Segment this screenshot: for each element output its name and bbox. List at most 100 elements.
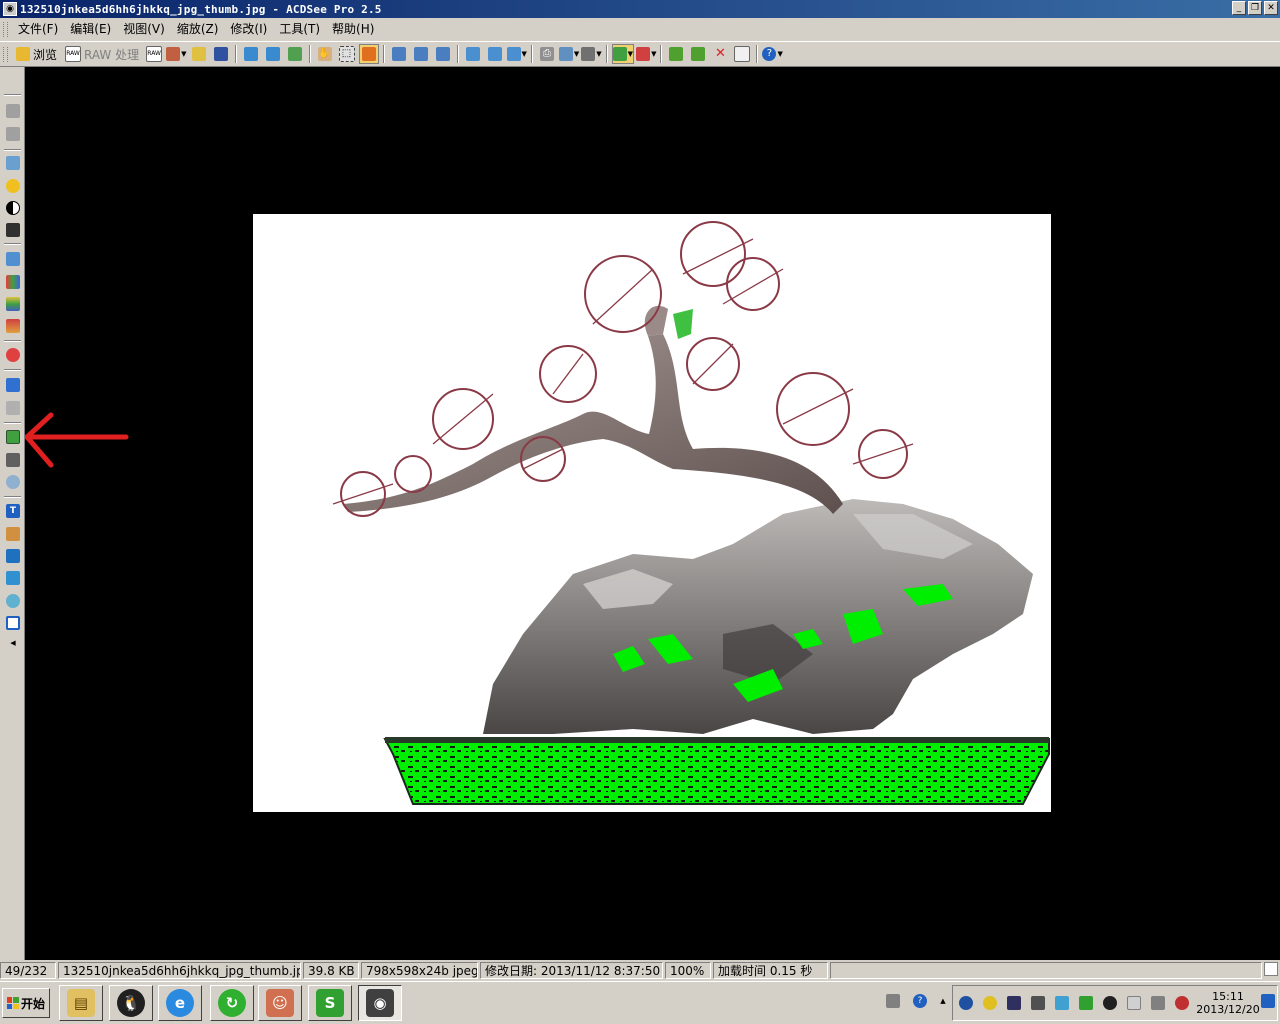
taskbar-app-internet-explorer[interactable]: e — [158, 985, 202, 1021]
draw-tool-icon[interactable] — [6, 527, 20, 541]
frame-icon[interactable] — [6, 616, 20, 630]
foliage — [340, 221, 908, 517]
curves-icon[interactable] — [6, 319, 20, 333]
dropdown-arrow-icon[interactable]: ▼ — [574, 50, 579, 58]
perspective-icon[interactable] — [6, 571, 20, 585]
effects-icon[interactable] — [6, 430, 20, 444]
dropdown-arrow-icon[interactable]: ▼ — [651, 50, 656, 58]
keyboard-icon[interactable] — [886, 994, 900, 1008]
text-tool-icon[interactable]: T — [6, 504, 20, 518]
menu-view[interactable]: 视图(V) — [117, 20, 171, 39]
sidebar-more-arrow-icon[interactable]: ◀ — [6, 636, 20, 650]
zoom-in-button[interactable] — [463, 44, 483, 64]
help-button[interactable]: ? ▼ — [762, 44, 783, 64]
import-button[interactable] — [688, 44, 708, 64]
quick-help-icon[interactable]: ? — [913, 994, 927, 1008]
dropdown-arrow-icon[interactable]: ▼ — [596, 50, 601, 58]
rotate-tool-icon[interactable] — [6, 475, 20, 489]
actual-size-button[interactable] — [411, 44, 431, 64]
sharpen-icon[interactable] — [6, 378, 20, 392]
tray-shield-icon[interactable] — [1079, 996, 1093, 1010]
export-button[interactable] — [666, 44, 686, 64]
taskbar-app-s[interactable]: S — [308, 985, 352, 1021]
color-balance-icon[interactable] — [6, 297, 20, 311]
auto-exposure-icon[interactable] — [6, 156, 20, 170]
send-button[interactable]: ▼ — [558, 44, 579, 64]
crop-icon[interactable] — [6, 453, 20, 467]
fullscreen-button[interactable] — [433, 44, 453, 64]
displayed-image[interactable] — [253, 214, 1051, 812]
print-button[interactable]: ⎙ — [537, 44, 557, 64]
sidebar-grip[interactable] — [4, 94, 21, 96]
select-button[interactable]: ⬚ — [337, 44, 357, 64]
red-eye-icon[interactable] — [6, 348, 20, 362]
zoom-menu-button[interactable]: ▼ — [506, 44, 527, 64]
taskbar-app-360-browser[interactable]: ↻ — [210, 985, 254, 1021]
tray-flag-icon[interactable] — [1127, 996, 1141, 1010]
next-image-button[interactable] — [263, 44, 283, 64]
tray-check-icon[interactable] — [1055, 996, 1069, 1010]
delete-button[interactable]: ✕ — [710, 44, 730, 64]
vignette-icon[interactable] — [6, 594, 20, 608]
fit-window-button[interactable] — [389, 44, 409, 64]
color-mode-button[interactable]: ▼ — [636, 44, 656, 64]
resize-grip[interactable] — [1264, 962, 1278, 976]
dropdown-arrow-icon[interactable]: ▼ — [777, 50, 782, 58]
tray-network-icon[interactable] — [959, 996, 973, 1010]
taskbar-app-qq[interactable]: 🐧 — [109, 985, 153, 1021]
taskbar-app-user-contacts[interactable]: ☺ — [258, 985, 302, 1021]
zoom-tool-button[interactable] — [358, 44, 379, 64]
menu-tools[interactable]: 工具(T) — [273, 20, 326, 39]
status-zoom[interactable]: 100% — [665, 962, 711, 979]
menu-file[interactable]: 文件(F) — [12, 20, 64, 39]
raw-save-button[interactable]: RAW — [144, 44, 164, 64]
dropdown-arrow-icon[interactable]: ▼ — [522, 50, 527, 58]
noise-icon[interactable] — [6, 401, 20, 415]
taskbar-app-file-explorer[interactable]: ▤ — [59, 985, 103, 1021]
pan-button[interactable]: ✋ — [315, 44, 335, 64]
open-button[interactable] — [189, 44, 209, 64]
tray-qq-icon[interactable] — [1103, 996, 1117, 1010]
raw-process-button[interactable]: RAW RAW 处理 — [62, 44, 142, 64]
photo-repair-icon[interactable] — [6, 252, 20, 266]
minimize-button[interactable]: _ — [1232, 1, 1246, 15]
start-button[interactable]: 开始 — [2, 988, 50, 1018]
tray-keyboard-icon[interactable] — [1031, 996, 1045, 1010]
lighting-icon[interactable] — [6, 179, 20, 193]
zoom-out-button[interactable] — [485, 44, 505, 64]
auto-advance-button[interactable] — [285, 44, 305, 64]
menu-grip[interactable] — [3, 22, 8, 37]
menu-modify[interactable]: 修改(I) — [224, 20, 273, 39]
dropdown-arrow-icon[interactable]: ▼ — [181, 50, 186, 58]
portrait-icon[interactable] — [6, 223, 20, 237]
properties-button[interactable] — [732, 44, 752, 64]
redo-icon[interactable] — [6, 127, 20, 141]
show-desktop-icon[interactable] — [1261, 994, 1275, 1008]
taskbar-app-acdsee[interactable]: ◉ — [358, 985, 402, 1021]
restore-button[interactable]: ❐ — [1248, 1, 1262, 15]
levels-icon[interactable] — [6, 275, 20, 289]
border-tool-icon[interactable] — [6, 549, 20, 563]
toolbar-grip[interactable] — [3, 46, 8, 62]
prev-image-button[interactable] — [241, 44, 261, 64]
edit-mode-button[interactable]: ▼ — [166, 44, 187, 64]
image-viewer-canvas[interactable] — [25, 67, 1280, 960]
tray-network-status-icon[interactable] — [1151, 996, 1165, 1010]
tray-360-icon[interactable] — [983, 996, 997, 1010]
tray-monitor-icon[interactable] — [1007, 996, 1021, 1010]
menu-help[interactable]: 帮助(H) — [326, 20, 380, 39]
menu-zoom[interactable]: 缩放(Z) — [171, 20, 225, 39]
save-button[interactable] — [211, 44, 231, 64]
browse-button[interactable]: 浏览 — [13, 44, 60, 64]
close-button[interactable]: ✕ — [1264, 1, 1278, 15]
undo-icon[interactable] — [6, 104, 20, 118]
view-mode-button[interactable]: ▼ — [611, 44, 635, 64]
rotate-button[interactable]: ▼ — [581, 44, 602, 64]
contrast-icon[interactable] — [6, 201, 20, 215]
menu-edit[interactable]: 编辑(E) — [64, 20, 117, 39]
tray-clock[interactable]: 15:11 2013/12/20 — [1193, 990, 1263, 1016]
acdsee-app-icon[interactable]: ◉ — [3, 2, 17, 16]
dropdown-arrow-icon[interactable]: ▼ — [628, 50, 633, 58]
tray-expand-icon[interactable]: ▲ — [936, 994, 950, 1008]
tray-volume-muted-icon[interactable] — [1175, 996, 1189, 1010]
